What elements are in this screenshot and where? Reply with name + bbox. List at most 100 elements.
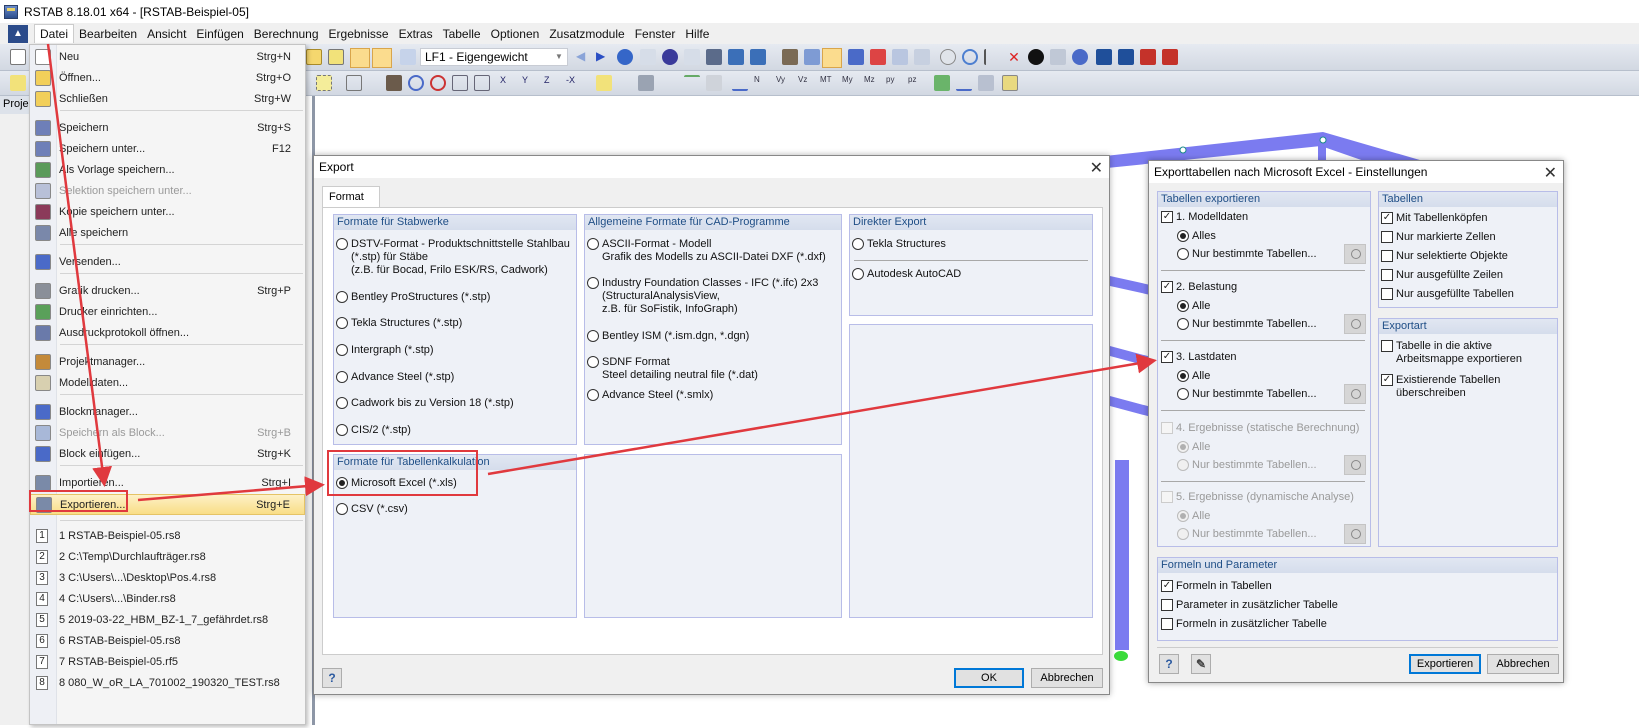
export-format-option[interactable]: CSV (*.csv): [336, 503, 576, 543]
move-icon[interactable]: [870, 49, 886, 65]
view-minus-x-icon[interactable]: -X: [566, 75, 582, 91]
exportieren-button[interactable]: Exportieren: [1409, 654, 1481, 674]
pan-icon[interactable]: [386, 75, 402, 91]
menu-tabelle[interactable]: Tabelle: [438, 25, 486, 43]
select-tables-button[interactable]: [1344, 244, 1366, 264]
render-icon[interactable]: [638, 75, 654, 91]
ok-button[interactable]: OK: [954, 668, 1024, 688]
recent-file-item[interactable]: 4 4 C:\Users\...\Binder.rs8: [30, 589, 305, 610]
section-checkbox-3[interactable]: ✓ 3. Lastdaten: [1161, 351, 1371, 365]
moment-my-icon[interactable]: My: [842, 75, 858, 91]
cancel-button[interactable]: Abbrechen: [1031, 668, 1103, 688]
force-vz-icon[interactable]: Vz: [798, 75, 814, 91]
delete-icon[interactable]: ✕: [1006, 49, 1022, 65]
radio-unselected[interactable]: [336, 503, 348, 515]
radio-button[interactable]: [1177, 370, 1189, 382]
results-table-icon[interactable]: [978, 75, 994, 91]
radio-button[interactable]: [1177, 318, 1189, 330]
abbrechen-button[interactable]: Abbrechen: [1487, 654, 1559, 674]
menu-item-projektmanager[interactable]: Projektmanager...: [30, 352, 305, 373]
new-object-icon[interactable]: [10, 75, 26, 91]
hand-icon[interactable]: [782, 49, 798, 65]
menu-zusatzmodule[interactable]: Zusatzmodule: [544, 25, 629, 43]
new-file-icon[interactable]: [10, 49, 26, 65]
radio-button[interactable]: [1177, 248, 1189, 260]
tabellen-option[interactable]: ✓ Mit Tabellenköpfen: [1381, 212, 1556, 226]
add-icon[interactable]: [306, 49, 322, 65]
menu-hilfe[interactable]: Hilfe: [680, 25, 714, 43]
checkbox[interactable]: [1381, 288, 1393, 300]
menu-item-speichern[interactable]: Speichern Strg+S: [30, 118, 305, 139]
toggle-table-button[interactable]: [372, 48, 392, 68]
tab-format[interactable]: Format: [322, 186, 380, 208]
checkbox[interactable]: [1381, 269, 1393, 281]
values-2-icon[interactable]: [684, 49, 700, 65]
menu-item-schließen[interactable]: Schließen Strg+W: [30, 89, 305, 110]
menu-item-block-einfügen[interactable]: Block einfügen... Strg+K: [30, 444, 305, 465]
member-icon[interactable]: [684, 75, 700, 91]
checkbox[interactable]: [1381, 250, 1393, 262]
rotate-axis-icon[interactable]: [962, 49, 978, 65]
recent-file-item[interactable]: 1 1 RSTAB-Beispiel-05.rs8: [30, 526, 305, 547]
diagram-icon[interactable]: [956, 75, 972, 91]
checkbox[interactable]: ✓: [1161, 351, 1173, 363]
menu-berechnung[interactable]: Berechnung: [249, 25, 324, 43]
table-grid-2-icon[interactable]: [750, 49, 766, 65]
menu-datei[interactable]: Datei: [34, 24, 75, 43]
formeln-option[interactable]: Parameter in zusätzlicher Tabelle: [1161, 599, 1461, 613]
iso-view-icon[interactable]: [474, 75, 490, 91]
values-icon[interactable]: [640, 49, 656, 65]
mirror-icon[interactable]: [984, 49, 1000, 65]
radio-all[interactable]: Alle: [1177, 300, 1357, 314]
loadcase-combo[interactable]: LF1 - Eigengewicht ▼: [420, 48, 568, 66]
force-vy-icon[interactable]: Vy: [776, 75, 792, 91]
export-red-up-icon[interactable]: [1118, 49, 1134, 65]
export-format-option[interactable]: ASCII-Format - Modell Grafik des Modells …: [587, 238, 827, 278]
recent-file-item[interactable]: 3 3 C:\Users\...\Desktop\Pos.4.rs8: [30, 568, 305, 589]
menu-item-alle-speichern[interactable]: Alle speichern: [30, 223, 305, 244]
menu-item-drucker-einrichten[interactable]: Drucker einrichten...: [30, 302, 305, 323]
menu-item-blockmanager[interactable]: Blockmanager...: [30, 402, 305, 423]
app-menu-logo-icon[interactable]: ▲: [8, 24, 28, 43]
moment-mt-icon[interactable]: MT: [820, 75, 836, 91]
menu-optionen[interactable]: Optionen: [486, 25, 545, 43]
previous-icon[interactable]: ◀: [576, 49, 592, 65]
tabellen-option[interactable]: Nur ausgefüllte Tabellen: [1381, 288, 1556, 302]
select-mode-button[interactable]: [822, 48, 842, 68]
export-format-option[interactable]: Industry Foundation Classes - IFC (*.ifc…: [587, 277, 827, 317]
display-props-icon[interactable]: [596, 75, 612, 91]
radio-unselected[interactable]: [336, 291, 348, 303]
recent-file-item[interactable]: 6 6 RSTAB-Beispiel-05.rs8: [30, 631, 305, 652]
menu-item-speichern-unter[interactable]: Speichern unter... F12: [30, 139, 305, 160]
chain-icon[interactable]: [940, 49, 956, 65]
radio-button[interactable]: [1177, 388, 1189, 400]
exportart-option[interactable]: Tabelle in die aktive Arbeitsmappe export…: [1381, 340, 1556, 368]
grid-snap-icon[interactable]: [804, 49, 820, 65]
help-icon[interactable]: ?: [1159, 654, 1179, 674]
exportart-option[interactable]: ✓ Existierende Tabellen überschreiben: [1381, 374, 1556, 402]
radio-all[interactable]: Alles: [1177, 230, 1357, 244]
menu-item-ausdruckprotokoll-öffnen[interactable]: Ausdruckprotokoll öffnen...: [30, 323, 305, 344]
show-results-icon[interactable]: [617, 49, 633, 65]
gears-icon[interactable]: [1072, 49, 1088, 65]
menu-item-versenden[interactable]: Versenden...: [30, 252, 305, 273]
export-format-option[interactable]: DSTV-Format - Produktschnittstelle Stahl…: [336, 238, 576, 278]
cube-icon[interactable]: [452, 75, 468, 91]
view-z-icon[interactable]: Z: [544, 75, 560, 91]
menu-item-als-vorlage-speichern[interactable]: Als Vorlage speichern...: [30, 160, 305, 181]
radio-all[interactable]: Alle: [1177, 370, 1357, 384]
radio-button[interactable]: [1177, 300, 1189, 312]
menu-item-kopie-speichern-unter[interactable]: Kopie speichern unter...: [30, 202, 305, 223]
view-arrow-icon[interactable]: [346, 75, 362, 91]
chevron-down-icon[interactable]: ▼: [553, 51, 565, 63]
menu-item-modelldaten[interactable]: Modelldaten...: [30, 373, 305, 394]
radio-unselected[interactable]: [587, 389, 599, 401]
node-icon[interactable]: [914, 49, 930, 65]
radio-button[interactable]: [1177, 230, 1189, 242]
tabellen-option[interactable]: Nur selektierte Objekte: [1381, 250, 1556, 264]
filter-icon[interactable]: [706, 49, 722, 65]
checkbox[interactable]: ✓: [1161, 580, 1173, 592]
formeln-option[interactable]: Formeln in zusätzlicher Tabelle: [1161, 618, 1461, 632]
next-icon[interactable]: ▶: [596, 49, 612, 65]
pin-2-icon[interactable]: [1162, 49, 1178, 65]
